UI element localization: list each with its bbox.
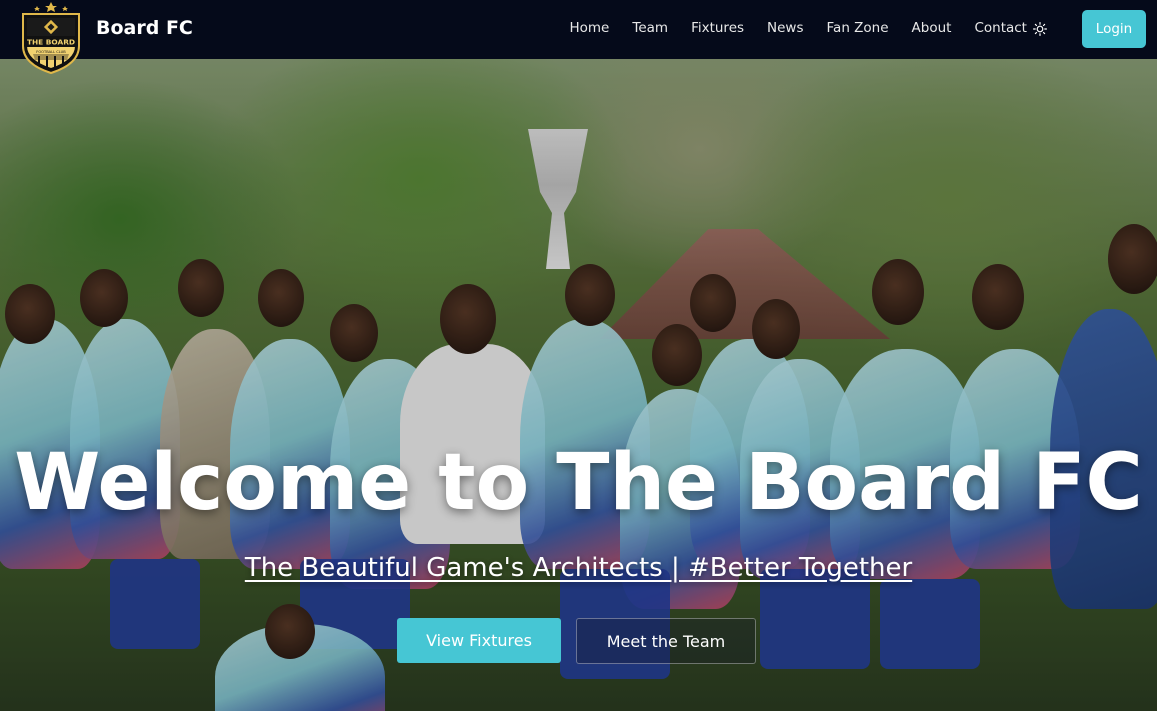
theme-toggle-button[interactable]	[1030, 19, 1050, 39]
brand-name[interactable]: Board FC	[96, 17, 193, 39]
hero-title: Welcome to The Board FC	[14, 438, 1143, 528]
nav-menu: Home Team Fixtures News Fan Zone About C…	[558, 20, 1038, 36]
nav-link-news[interactable]: News	[756, 20, 815, 36]
nav-link-fixtures[interactable]: Fixtures	[680, 20, 756, 36]
nav-link-contact[interactable]: Contact	[963, 20, 1039, 36]
view-fixtures-button[interactable]: View Fixtures	[397, 618, 561, 663]
nav-link-fan-zone[interactable]: Fan Zone	[815, 20, 900, 36]
hero-overlay	[0, 59, 1157, 711]
login-button[interactable]: Login	[1082, 10, 1146, 48]
club-crest-icon[interactable]: THE BOARD FOOTBALL CLUB	[19, 2, 83, 75]
nav-link-about[interactable]: About	[900, 20, 963, 36]
nav-link-home[interactable]: Home	[558, 20, 621, 36]
hero-background-image	[0, 59, 1157, 711]
navbar: THE BOARD FOOTBALL CLUB Board FC Home Te…	[0, 0, 1157, 75]
svg-text:FOOTBALL CLUB: FOOTBALL CLUB	[36, 50, 66, 54]
nav-link-team[interactable]: Team	[621, 20, 680, 36]
svg-text:THE BOARD: THE BOARD	[27, 38, 75, 47]
hero-subtitle[interactable]: The Beautiful Game's Architects | #Bette…	[0, 553, 1157, 583]
sun-icon	[1033, 22, 1047, 36]
meet-the-team-button[interactable]: Meet the Team	[576, 618, 756, 664]
